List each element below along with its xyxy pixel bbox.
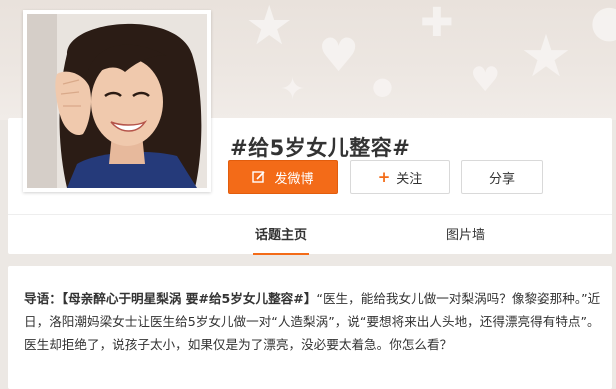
circle-decoration-icon: ● — [590, 0, 616, 47]
intro-lead: 导语： — [24, 291, 62, 306]
topic-title: #给5岁女儿整容# — [230, 136, 411, 160]
topic-avatar[interactable] — [23, 10, 211, 192]
post-weibo-button[interactable]: 发微博 — [228, 160, 338, 194]
star-decoration-icon: ★ — [520, 22, 572, 90]
follow-button[interactable]: + 关注 — [350, 160, 450, 194]
tab-divider — [8, 214, 612, 215]
star-decoration-icon: ★ — [245, 0, 294, 57]
intro-text: 导语：【母亲醉心于明星梨涡 要#给5岁女儿整容#】“医生，能给我女儿做一对梨涡吗… — [24, 287, 604, 356]
share-button[interactable]: 分享 — [461, 160, 543, 194]
heart-decoration-icon: ♥ — [318, 28, 360, 82]
intro-headline: 【母亲醉心于明星梨涡 要#给5岁女儿整容#】 — [61, 291, 317, 306]
follow-label: 关注 — [396, 171, 423, 187]
share-label: 分享 — [488, 171, 515, 187]
circle-decoration-icon: ● — [372, 72, 393, 100]
star-decoration-icon: ✚ — [420, 0, 454, 46]
post-weibo-label: 发微博 — [274, 171, 314, 187]
tab-topic-home[interactable]: 话题主页 — [252, 224, 310, 255]
star-decoration-icon: ✦ — [280, 72, 306, 107]
edit-icon — [252, 170, 266, 184]
tab-photo-wall[interactable]: 图片墙 — [446, 224, 485, 243]
plus-icon: + — [377, 168, 391, 186]
portrait-image — [27, 14, 207, 188]
heart-decoration-icon: ♥ — [470, 60, 501, 100]
